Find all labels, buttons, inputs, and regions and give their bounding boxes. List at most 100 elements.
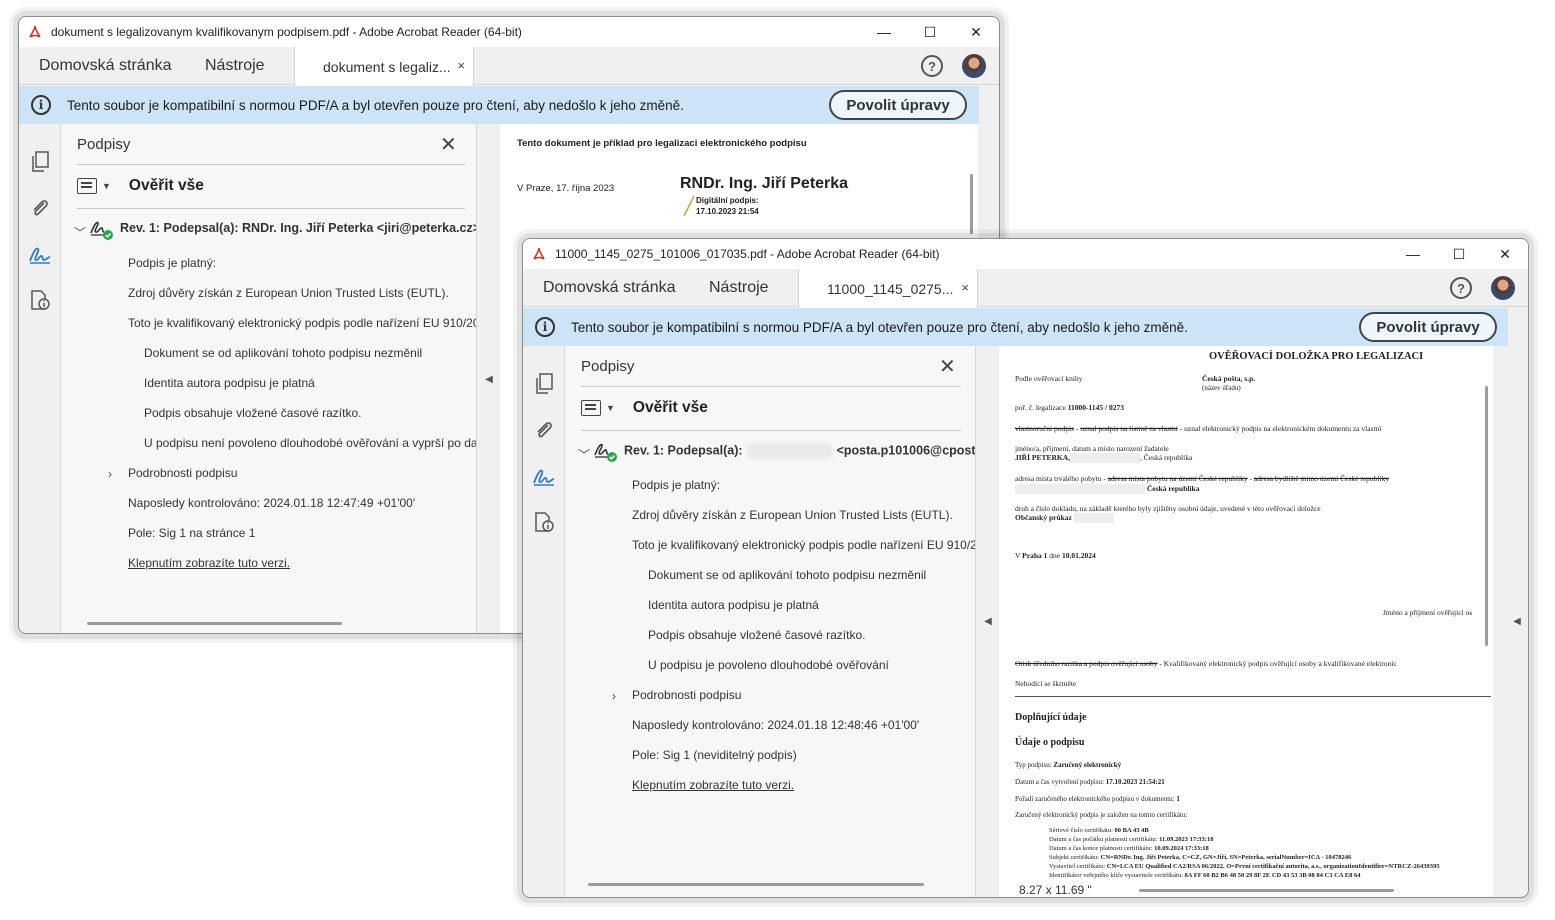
options-list-icon[interactable] xyxy=(77,178,97,194)
maximize-button[interactable]: ☐ xyxy=(1436,239,1482,269)
tab-home[interactable]: Domovská stránka xyxy=(39,47,172,85)
applicant-name: JIŘÍ PETERKA, xyxy=(1015,453,1071,462)
place-date: V Praze, 17. října 2023 xyxy=(517,183,615,194)
tab-close-icon[interactable]: × xyxy=(457,58,465,73)
help-button[interactable]: ? xyxy=(921,55,943,77)
vertical-scrollbar[interactable] xyxy=(1485,386,1488,646)
identity-valid-text: Identita autora podpisu je platná xyxy=(144,376,315,390)
cert-issuer-row: Vystavitel certifikátu: CN=I.CA EU Quali… xyxy=(1049,863,1439,870)
verify-all-button[interactable]: Ověřit vše xyxy=(633,399,708,417)
sig-order-row: Pořadí zaručeného elektronického podpisu… xyxy=(1015,795,1180,803)
help-button[interactable]: ? xyxy=(1450,277,1472,299)
applicant-country: , Česká republika xyxy=(1140,453,1193,462)
expand-chevron-icon[interactable]: › xyxy=(108,467,112,481)
chevron-down-icon[interactable]: ▼ xyxy=(606,403,615,413)
horizontal-scrollbar[interactable] xyxy=(588,883,924,886)
sig-created-label: Datum a čas vytvoření podpisu: xyxy=(1015,778,1105,786)
cert-based-text: Zaručený elektronický podpis je založen … xyxy=(1015,811,1188,819)
signature-details-item[interactable]: Podrobnosti podpisu xyxy=(128,466,237,480)
signature-revision[interactable]: Rev. 1: Podepsal(a): RNDr. Ing. Jiří Pet… xyxy=(120,221,476,235)
qualified-signature-text: Toto je kvalifikovaný elektronický podpi… xyxy=(128,316,477,330)
doc-info-icon[interactable] xyxy=(532,510,556,534)
sig-created: 17.10.2023 21:54:21 xyxy=(1105,778,1165,786)
panel-close-icon[interactable]: ✕ xyxy=(939,354,956,379)
address-value-row: Česká republika xyxy=(1015,484,1199,495)
struck-listina: uznal podpis na listině za vlastní xyxy=(1080,424,1178,433)
signature-details-item[interactable]: Podrobnosti podpisu xyxy=(632,688,741,702)
verify-all-row[interactable]: ▼ Ověřit vše xyxy=(77,177,204,195)
divider xyxy=(77,208,465,209)
cert-subject: CN=RNDr. Ing. Jiří Peterka, C=CZ, GN=Jiř… xyxy=(1100,854,1352,861)
info-icon: i xyxy=(31,95,51,115)
verify-all-button[interactable]: Ověřit vše xyxy=(129,177,204,195)
office-name: Česká pošta, s.p. xyxy=(1202,374,1256,383)
panel-collapse-handle[interactable]: ◀ xyxy=(978,346,998,897)
minimize-button[interactable]: — xyxy=(1390,239,1436,269)
vertical-scrollbar[interactable] xyxy=(970,174,973,234)
ltv-text: U podpisu není povoleno dlouhodobé ověřo… xyxy=(144,436,477,450)
view-version-link[interactable]: Klepnutím zobrazíte tuto verzi. xyxy=(632,778,794,792)
pages-icon[interactable] xyxy=(532,372,556,396)
info-bar-text: Tento soubor je kompatibilní s normou PD… xyxy=(67,97,684,113)
window-title: 11000_1145_0275_101006_017035.pdf - Adob… xyxy=(555,247,940,261)
minimize-button[interactable]: — xyxy=(861,17,907,47)
document-view: OVĚŘOVACÍ DOLOŽKA PRO LEGALIZACI Podle o… xyxy=(999,346,1493,897)
signature-info-title: Údaje o podpisu xyxy=(1015,737,1085,748)
allow-edit-button[interactable]: Povolit úpravy xyxy=(1359,312,1497,342)
expand-chevron-icon[interactable]: › xyxy=(612,689,616,703)
options-list-icon[interactable] xyxy=(581,400,601,416)
tab-home[interactable]: Domovská stránka xyxy=(543,269,676,307)
pdfa-info-bar: i Tento soubor je kompatibilní s normou … xyxy=(19,86,979,124)
signature-icon[interactable] xyxy=(532,464,556,488)
footnote: Nehodící se škrtněte xyxy=(1015,679,1077,688)
panel-collapse-handle[interactable]: ◀ xyxy=(479,124,499,633)
legalization-number-label: poř. č. legalizace xyxy=(1015,403,1066,412)
verify-all-row[interactable]: ▼ Ověřit vše xyxy=(581,399,708,417)
applicant-row: JIŘÍ PETERKA, , Česká republika xyxy=(1015,453,1193,464)
signature-revision[interactable]: Rev. 1: Podepsal(a): <posta.p101006@cpost… xyxy=(624,443,975,459)
attachment-icon[interactable] xyxy=(532,418,556,442)
tab-tools[interactable]: Nástroje xyxy=(205,47,265,85)
signature-icon[interactable] xyxy=(28,242,52,266)
close-button[interactable]: ✕ xyxy=(1482,239,1528,269)
field-text: Pole: Sig 1 (neviditelný podpis) xyxy=(632,748,797,762)
tab-bar: Domovská stránka Nástroje dokument s leg… xyxy=(19,47,999,86)
trust-source-text: Zdroj důvěry získán z European Union Tru… xyxy=(128,286,449,300)
pdfa-info-bar: i Tento soubor je kompatibilní s normou … xyxy=(523,308,1508,346)
tab-document[interactable]: dokument s legaliz... × xyxy=(294,47,474,86)
redacted-address xyxy=(1015,484,1145,495)
divider xyxy=(77,164,465,165)
horizontal-scrollbar[interactable] xyxy=(87,622,342,625)
panel-close-icon[interactable]: ✕ xyxy=(440,132,457,157)
avatar[interactable] xyxy=(1491,276,1515,300)
doc-info-icon[interactable] xyxy=(28,288,52,312)
avatar[interactable] xyxy=(962,54,986,78)
horizontal-scrollbar[interactable] xyxy=(1139,889,1394,892)
collapse-chevron-icon[interactable]: ﹀ xyxy=(74,224,86,241)
tab-tools[interactable]: Nástroje xyxy=(709,269,769,307)
title-bar: 11000_1145_0275_101006_017035.pdf - Adob… xyxy=(523,239,1528,269)
view-version-link[interactable]: Klepnutím zobrazíte tuto verzi. xyxy=(128,556,290,570)
address-row: adresa místa trvalého pobytu - adresa mí… xyxy=(1015,474,1390,483)
right-panel-handle[interactable]: ◀ xyxy=(1507,346,1527,897)
page-title: OVĚŘOVACÍ DOLOŽKA PRO LEGALIZACI xyxy=(1209,351,1424,362)
stamp-rest: - Kvalifikovaný elektronický podpis ověř… xyxy=(1157,659,1397,668)
attachment-icon[interactable] xyxy=(28,196,52,220)
last-checked-text: Naposledy kontrolováno: 2024.01.18 12:47… xyxy=(128,496,416,510)
qualified-signature-text: Toto je kvalifikovaný elektronický podpi… xyxy=(632,538,976,552)
chevron-down-icon[interactable]: ▼ xyxy=(102,181,111,191)
office-note: (název úřadu) xyxy=(1202,384,1241,392)
id-document-row: Občanský průkaz xyxy=(1015,513,1114,524)
last-checked-text: Naposledy kontrolováno: 2024.01.18 12:48… xyxy=(632,718,920,732)
tab-close-icon[interactable]: × xyxy=(961,280,969,295)
tab-document[interactable]: 11000_1145_0275... × xyxy=(798,269,978,308)
allow-edit-button[interactable]: Povolit úpravy xyxy=(829,90,967,120)
left-tool-rail xyxy=(523,346,565,897)
title-bar: dokument s legalizovanym kvalifikovanym … xyxy=(19,17,999,47)
collapse-chevron-icon[interactable]: ﹀ xyxy=(578,446,590,463)
pages-icon[interactable] xyxy=(28,150,52,174)
close-button[interactable]: ✕ xyxy=(953,17,999,47)
cert-to-label: Datum a čas konce platnosti certifikátu: xyxy=(1049,845,1153,852)
place-prefix: V xyxy=(1015,551,1021,560)
maximize-button[interactable]: ☐ xyxy=(907,17,953,47)
